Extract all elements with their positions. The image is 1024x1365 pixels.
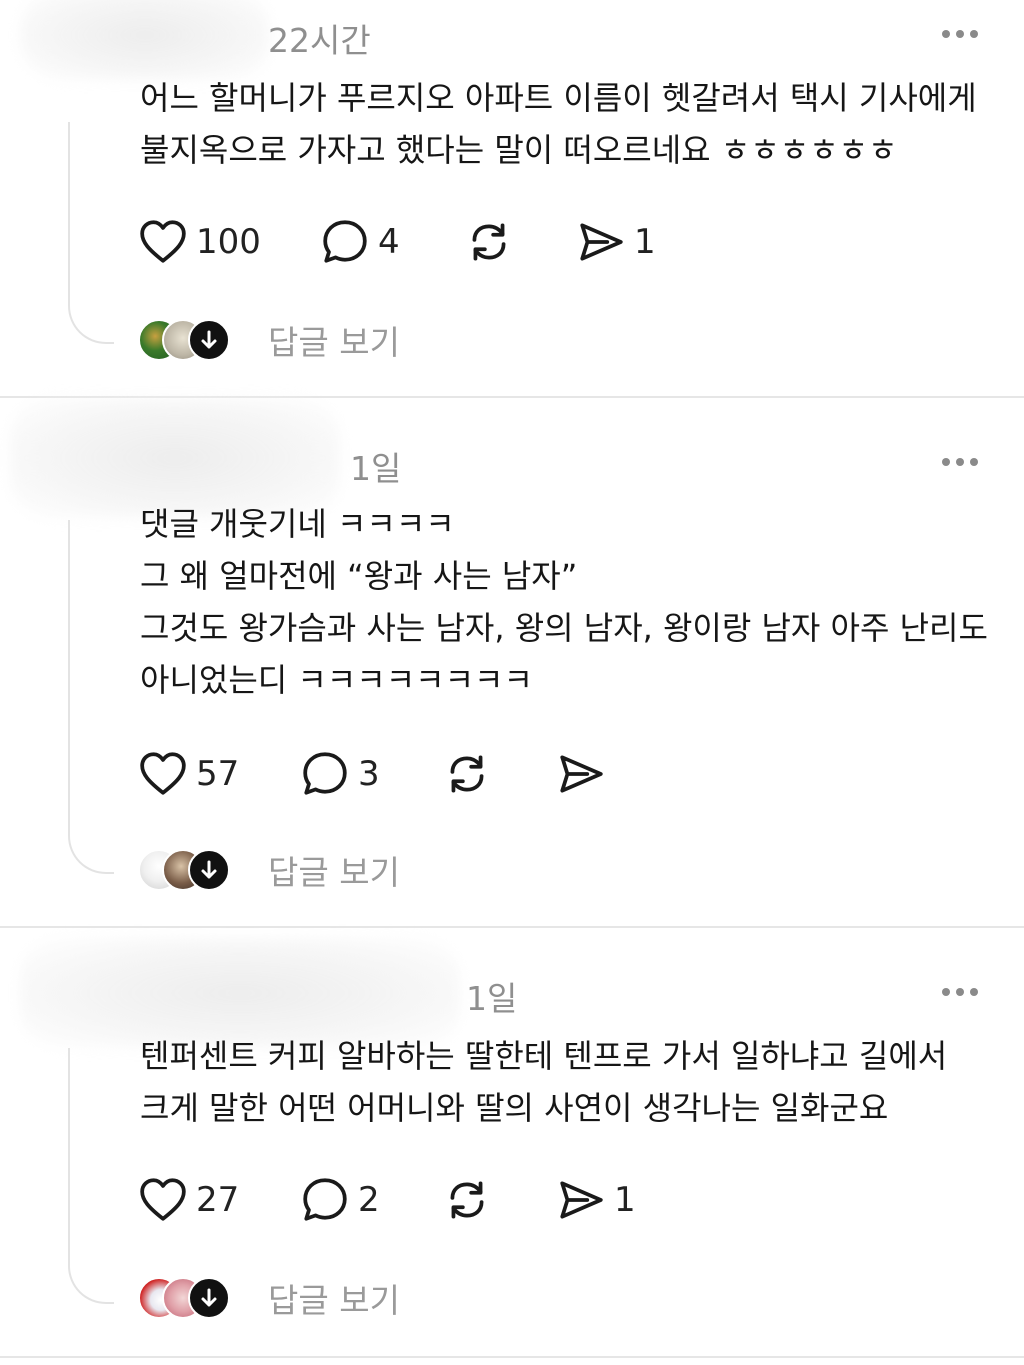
view-replies-link[interactable]: 답글 보기 <box>268 1274 400 1322</box>
more-dots-icon[interactable] <box>942 456 982 468</box>
more-dots-icon[interactable] <box>942 986 982 998</box>
post-time: 1일 <box>350 449 402 488</box>
share-count: 1 <box>634 222 656 262</box>
speech-bubble-icon <box>323 220 367 263</box>
send-icon <box>560 755 603 793</box>
repost-button[interactable] <box>442 748 492 800</box>
comment-button[interactable]: 3 <box>300 748 380 800</box>
post-time: 1일 <box>466 979 518 1018</box>
post-text: 어느 할머니가 푸르지오 아파트 이름이 헷갈려서 택시 기사에게 불지옥으로 … <box>140 79 977 169</box>
repost-icon <box>472 223 506 261</box>
heart-icon <box>140 752 186 795</box>
send-icon <box>580 223 623 261</box>
repost-button[interactable] <box>442 1174 492 1226</box>
heart-icon <box>140 1178 186 1221</box>
post-time: 22시간 <box>268 21 371 60</box>
like-count: 27 <box>196 1180 240 1220</box>
like-button[interactable]: 27 <box>138 1174 239 1226</box>
reply-avatars <box>138 847 238 893</box>
comment-count: 4 <box>378 222 400 262</box>
reply-avatars <box>138 1275 238 1321</box>
like-button[interactable]: 100 <box>138 216 261 268</box>
comment-button[interactable]: 2 <box>300 1174 380 1226</box>
comment-feed: 22시간 어느 할머니가 푸르지오 아파트 이름이 헷갈려서 택시 기사에게 불… <box>0 0 1024 1365</box>
thread-line <box>68 122 114 344</box>
repost-icon <box>450 1181 484 1219</box>
reply-avatars <box>138 317 238 363</box>
like-count: 57 <box>196 754 240 794</box>
speech-bubble-icon <box>303 1178 347 1221</box>
comment-post: 22시간 어느 할머니가 푸르지오 아파트 이름이 헷갈려서 택시 기사에게 불… <box>0 0 1024 396</box>
heart-icon <box>140 220 186 263</box>
post-text: 텐퍼센트 커피 알바하는 딸한테 텐프로 가서 일하냐고 길에서 크게 말한 어… <box>140 1037 948 1127</box>
arrow-down-icon <box>188 1277 230 1319</box>
send-icon <box>560 1181 603 1219</box>
share-count: 1 <box>614 1180 636 1220</box>
comment-button[interactable]: 4 <box>320 216 400 268</box>
comment-post: 1일 댓글 개웃기네 ㅋㅋㅋㅋ 그 왜 얼마전에 “왕과 사는 남자” 그것도 … <box>0 398 1024 926</box>
divider <box>0 1356 1024 1358</box>
view-replies-link[interactable]: 답글 보기 <box>268 846 400 894</box>
post-text: 댓글 개웃기네 ㅋㅋㅋㅋ 그 왜 얼마전에 “왕과 사는 남자” 그것도 왕가슴… <box>140 505 988 699</box>
replies-row[interactable]: 답글 보기 <box>138 846 400 894</box>
speech-bubble-icon <box>303 752 347 795</box>
share-button[interactable] <box>556 748 614 800</box>
arrow-down-icon <box>188 319 230 361</box>
share-button[interactable]: 1 <box>576 216 656 268</box>
arrow-down-icon <box>188 849 230 891</box>
repost-button[interactable] <box>464 216 514 268</box>
repost-icon <box>450 755 484 793</box>
thread-line <box>68 1048 114 1304</box>
comment-count: 3 <box>358 754 380 794</box>
comment-post: 1일 텐퍼센트 커피 알바하는 딸한테 텐프로 가서 일하냐고 길에서 크게 말… <box>0 928 1024 1365</box>
like-count: 100 <box>196 222 261 262</box>
share-button[interactable]: 1 <box>556 1174 636 1226</box>
view-replies-link[interactable]: 답글 보기 <box>268 316 400 364</box>
more-dots-icon[interactable] <box>942 28 982 40</box>
replies-row[interactable]: 답글 보기 <box>138 1274 400 1322</box>
redacted-username <box>20 0 270 80</box>
comment-count: 2 <box>358 1180 380 1220</box>
replies-row[interactable]: 답글 보기 <box>138 316 400 364</box>
thread-line <box>68 520 114 874</box>
like-button[interactable]: 57 <box>138 748 239 800</box>
